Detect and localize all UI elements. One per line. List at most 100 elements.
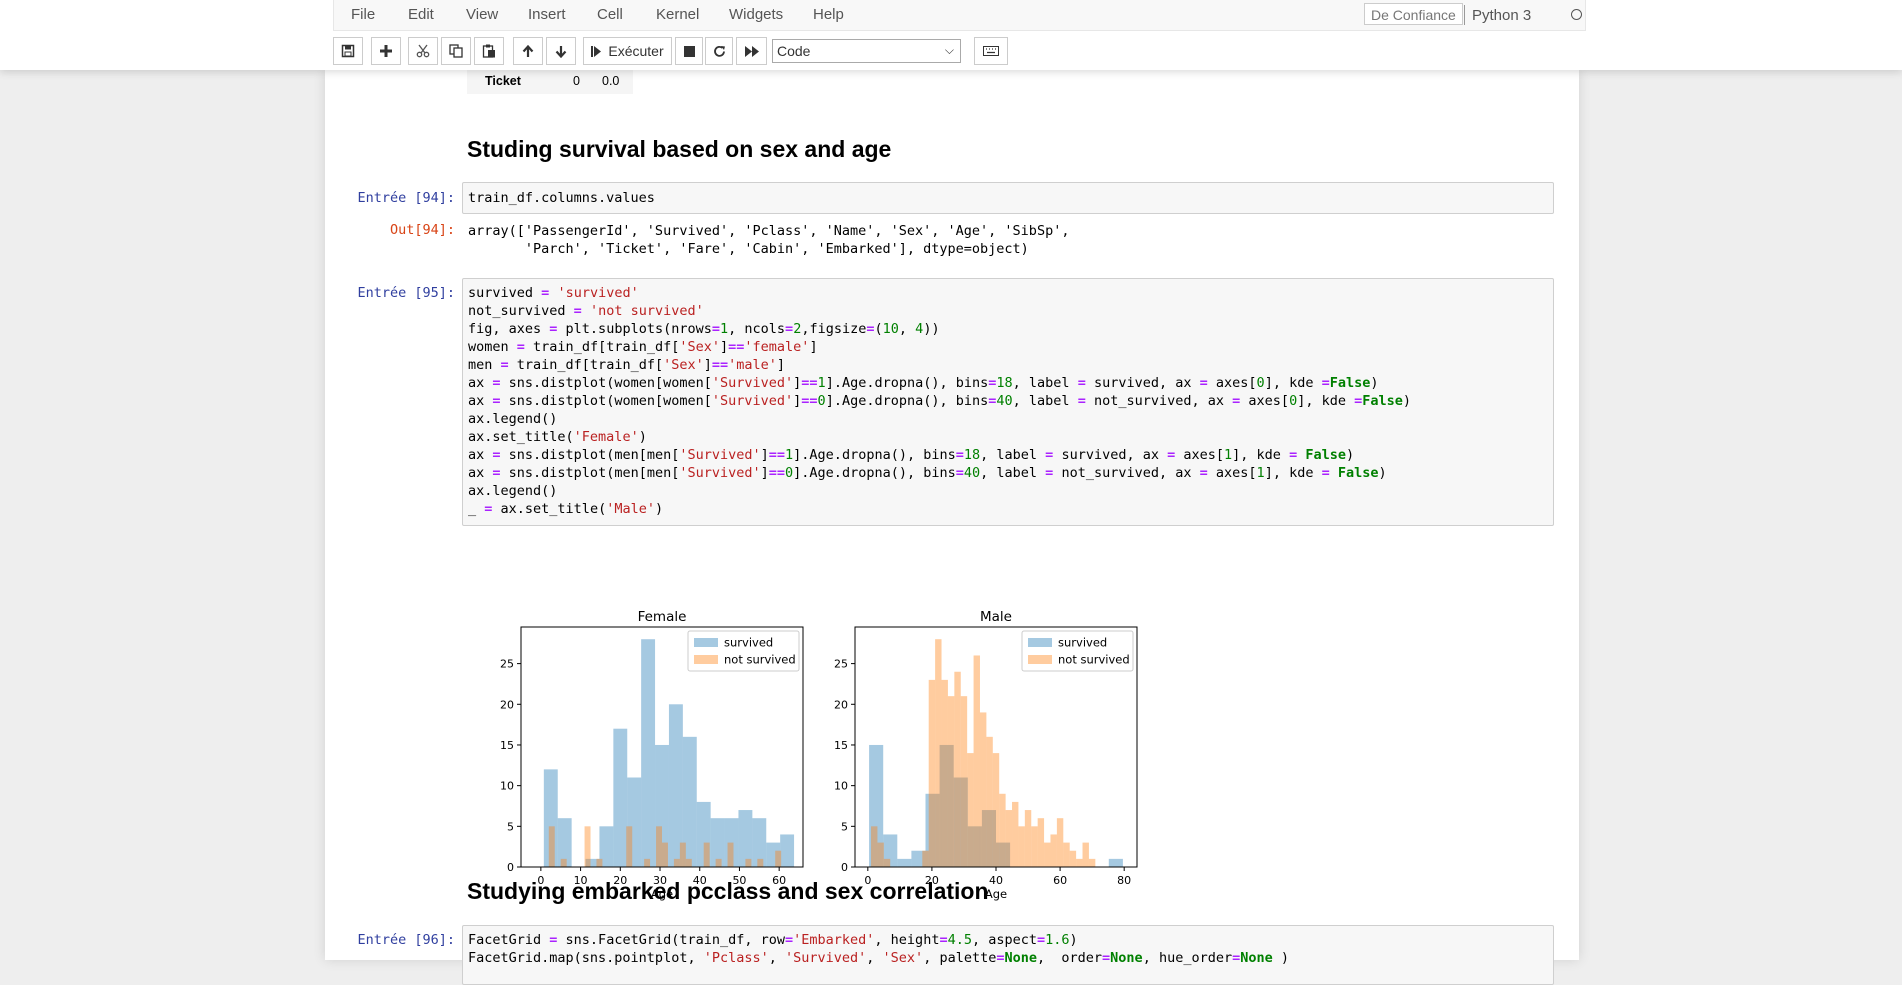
y-tick-label: 25 <box>834 658 848 671</box>
table-cell: 0 <box>573 74 580 88</box>
histogram-bar <box>780 834 795 867</box>
histogram-bar <box>883 858 891 867</box>
histogram-bar <box>877 842 884 867</box>
scissors-icon <box>416 44 430 58</box>
code-line: _ = ax.set_title('Male') <box>468 501 664 517</box>
histogram-bar <box>548 826 555 867</box>
histogram-bar <box>662 842 668 867</box>
histogram-bar <box>935 639 942 867</box>
menu-cell[interactable]: Cell <box>597 6 623 23</box>
table-row-label: Ticket <box>485 74 521 88</box>
code-line: ax.legend() <box>468 411 558 427</box>
stop-icon <box>683 45 695 57</box>
output-prompt: Out[94]: <box>389 222 455 238</box>
run-button[interactable]: Exécuter <box>583 37 672 65</box>
copy-icon <box>449 44 463 58</box>
cut-button[interactable] <box>408 37 438 65</box>
menu-file[interactable]: File <box>351 6 375 23</box>
insert-cell-button[interactable] <box>371 37 401 65</box>
histogram-bar <box>979 712 987 867</box>
code-text: train_df.columns.values <box>468 190 655 206</box>
histogram-bar <box>1024 810 1032 867</box>
histogram-bar <box>1088 858 1096 867</box>
histogram-bar <box>992 753 1000 867</box>
code-line: not_survived = 'not survived' <box>468 303 704 319</box>
trusted-indicator[interactable]: De Confiance <box>1364 3 1463 25</box>
histogram-bar <box>1063 842 1070 867</box>
histogram-bar <box>775 850 782 867</box>
legend-swatch <box>694 655 718 664</box>
markdown-heading: Studying embarked pcclass and sex correl… <box>467 878 989 904</box>
code-cell-input[interactable]: FacetGrid = sns.FacetGrid(train_df, row=… <box>462 925 1554 985</box>
histogram-bar <box>560 858 567 867</box>
move-down-button[interactable] <box>546 37 576 65</box>
code-line: women = train_df[train_df['Sex']=='femal… <box>468 339 818 355</box>
menu-edit[interactable]: Edit <box>408 6 434 23</box>
y-tick-label: 20 <box>834 698 848 711</box>
save-icon <box>341 44 355 58</box>
code-line: ax = sns.distplot(women[women['Survived'… <box>468 393 1412 409</box>
histogram-bar <box>685 858 692 867</box>
menu-insert[interactable]: Insert <box>528 6 566 23</box>
histogram-figure: 0 10 20 30 40 50 600510152025FemaleAgesurvived… <box>500 609 1138 901</box>
input-prompt: Entrée [96]: <box>357 932 455 948</box>
histogram-bar <box>1076 858 1083 867</box>
histogram-bar <box>1037 818 1045 867</box>
code-line: FacetGrid = sns.FacetGrid(train_df, row=… <box>468 932 1078 948</box>
input-prompt: Entrée [95]: <box>357 285 455 301</box>
x-tick-label: 40 <box>989 874 1003 887</box>
legend-swatch <box>1028 638 1052 647</box>
interrupt-button[interactable] <box>675 37 703 65</box>
histogram-bar <box>1012 801 1019 867</box>
histogram-bar <box>738 810 753 867</box>
output-text-line: array(['PassengerId', 'Survived', 'Pclas… <box>468 223 1070 239</box>
restart-button[interactable] <box>705 37 733 65</box>
histogram-bar <box>954 671 961 867</box>
histogram-bar <box>656 826 662 867</box>
histogram-bar <box>922 850 929 867</box>
arrow-down-icon <box>555 45 567 58</box>
code-line: ax.set_title('Female') <box>468 429 647 445</box>
cell-type-value: Code <box>777 43 811 59</box>
step-forward-icon <box>591 45 602 57</box>
markdown-heading: Studing survival based on sex and age <box>467 136 892 162</box>
histogram-bar <box>871 826 878 867</box>
histogram-bar <box>999 793 1006 867</box>
code-cell-input[interactable]: train_df.columns.values <box>462 182 1554 214</box>
restart-run-all-button[interactable] <box>736 37 767 65</box>
y-tick-label: 0 <box>507 861 514 874</box>
histogram-bar <box>641 639 656 867</box>
code-line: men = train_df[train_df['Sex']=='male'] <box>468 357 786 373</box>
y-tick-label: 5 <box>507 820 514 833</box>
menu-widgets[interactable]: Widgets <box>729 6 783 23</box>
y-tick-label: 0 <box>841 861 848 874</box>
code-cell-input[interactable]: survived = 'survived' not_survived = 'no… <box>462 278 1554 526</box>
command-palette-button[interactable] <box>974 37 1008 65</box>
menu-help[interactable]: Help <box>813 6 844 23</box>
notebook-header: File Edit View Insert Cell Kernel Widget… <box>0 0 1902 70</box>
y-tick-label: 5 <box>841 820 848 833</box>
histogram-bar <box>727 842 734 867</box>
run-label: Exécuter <box>608 43 664 59</box>
paste-button[interactable] <box>474 37 504 65</box>
code-line: ax = sns.distplot(women[women['Survived'… <box>468 375 1379 391</box>
chart-title: Male <box>980 609 1012 625</box>
menu-kernel[interactable]: Kernel <box>656 6 699 23</box>
histogram-bar <box>584 826 591 867</box>
kernel-separator <box>1464 5 1465 25</box>
paste-icon <box>482 44 495 58</box>
histogram-bar <box>967 753 974 867</box>
plus-icon <box>380 45 392 57</box>
copy-button[interactable] <box>441 37 471 65</box>
notebook-container: Ticket 0 0.0 Studing survival based on s… <box>325 70 1579 985</box>
move-up-button[interactable] <box>513 37 543 65</box>
kernel-status-icon <box>1571 9 1582 20</box>
x-tick-label: 80 <box>1117 874 1131 887</box>
save-button[interactable] <box>333 37 363 65</box>
fast-forward-icon <box>744 45 759 57</box>
code-line: ax.legend() <box>468 483 558 499</box>
y-tick-label: 15 <box>500 739 514 752</box>
menu-view[interactable]: View <box>466 6 498 23</box>
cell-type-select[interactable]: Code ⌵ <box>772 39 961 63</box>
histogram-bar <box>644 858 651 867</box>
